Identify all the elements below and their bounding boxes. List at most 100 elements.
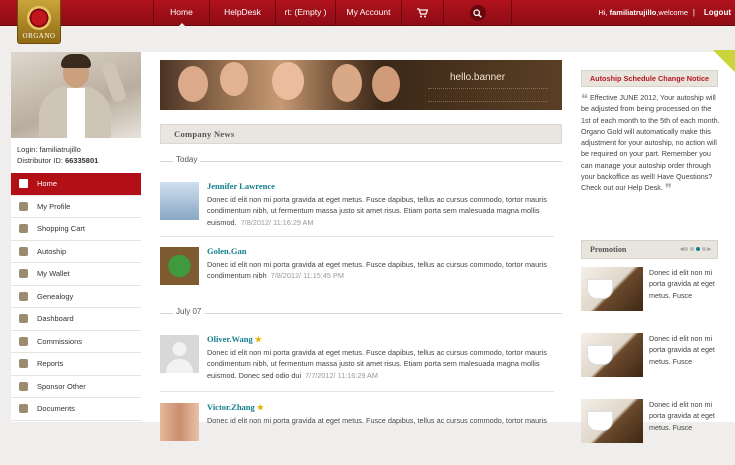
promotion-image: [581, 267, 643, 311]
news-body: Donec id elit non mi porta gravida at eg…: [207, 347, 564, 381]
news-author[interactable]: Oliver.Wang ★: [207, 334, 262, 344]
sidebar-item-sponsor-other[interactable]: Sponsor Other: [11, 376, 141, 398]
nav-end-divider: [511, 0, 512, 26]
main-nav: Home HelpDesk rt: (Empty ) My Account: [153, 0, 512, 27]
pager-dot[interactable]: [702, 247, 707, 252]
pager-next-icon[interactable]: ▸: [707, 245, 711, 253]
sidebar-item-label: Home: [37, 179, 58, 188]
news-author[interactable]: Jennifer Lawrence: [207, 181, 275, 191]
news-body-text: Donec id elit non mi porta gravida at eg…: [207, 416, 547, 425]
close-quote-icon: ❞: [664, 181, 672, 197]
sidebar-item-autoship[interactable]: Autoship: [11, 241, 141, 263]
logo-text: ORGANO: [22, 32, 56, 40]
news-item: Victor.Zhang ★ Donec id elit non mi porta…: [160, 402, 564, 465]
news-author[interactable]: Golen.Gan: [207, 246, 246, 256]
promotion-item[interactable]: Donec id elit non mi porta gravida at eg…: [581, 333, 720, 377]
banner-face: [332, 64, 362, 102]
nav-cart-button[interactable]: [401, 0, 443, 26]
news-body: Donec id elit non mi porta gravida at eg…: [207, 415, 564, 426]
hero-banner[interactable]: hello.banner: [160, 60, 562, 110]
nav-home[interactable]: Home: [153, 0, 209, 27]
nav-search-button[interactable]: [443, 0, 511, 26]
top-navigation-bar: Home HelpDesk rt: (Empty ) My Account Hi…: [0, 0, 735, 27]
document-icon: [19, 404, 28, 413]
banner-face: [220, 62, 248, 96]
news-item: Oliver.Wang ★ Donec id elit non mi porta …: [160, 334, 564, 397]
autoship-notice-body: ❝ Effective JUNE 2012, Your autoship wil…: [581, 92, 720, 197]
nav-my-account[interactable]: My Account: [335, 0, 401, 26]
star-icon: ★: [254, 335, 262, 344]
sidebar-item-dashboard[interactable]: Dashboard: [11, 308, 141, 331]
news-body-text: Donec id elit non mi porta gravida at eg…: [207, 260, 547, 281]
promotion-item[interactable]: Donec id elit non mi porta gravida at eg…: [581, 267, 720, 311]
photo-figure-hair: [61, 54, 91, 68]
greeting-prefix: Hi,: [598, 8, 610, 17]
sidebar-item-label: Dashboard: [37, 314, 74, 323]
sidebar-item-reports[interactable]: Reports: [11, 353, 141, 376]
star-icon: ★: [256, 403, 264, 412]
news-body: Donec id elit non mi porta gravida at eg…: [207, 194, 564, 228]
sidebar-item-my-profile[interactable]: My Profile: [11, 196, 141, 218]
autoship-notice-text: Effective JUNE 2012, Your autoship will …: [581, 93, 720, 193]
nav-home-label: Home: [170, 7, 193, 17]
autoship-notice-header: Autoship Schedule Change Notice: [581, 70, 718, 87]
user-greeting: Hi, familiatrujillo,welcome: [598, 0, 688, 26]
promotion-pager[interactable]: ◂ ▸: [680, 241, 711, 258]
sidebar-item-label: Autoship: [37, 246, 67, 256]
chart-icon: [19, 359, 28, 368]
pager-prev-icon[interactable]: ◂: [680, 245, 684, 253]
sidebar-item-my-wallet[interactable]: My Wallet: [11, 263, 141, 286]
distributor-line: Distributor ID: 66335801: [17, 155, 135, 166]
tree-icon: [19, 291, 28, 301]
profile-photo: [11, 52, 141, 138]
header-separator: |: [692, 8, 695, 17]
promotion-image: [581, 333, 643, 377]
pager-dot-active[interactable]: [696, 247, 701, 252]
sidebar-item-label: Documents: [37, 404, 75, 413]
sidebar-item-home[interactable]: Home: [11, 173, 141, 196]
news-author[interactable]: Victor.Zhang ★: [207, 402, 264, 412]
promotion-text: Donec id elit non mi porta gravida at eg…: [649, 334, 715, 366]
pager-dot[interactable]: [690, 247, 695, 252]
sidebar: Login: familiatrujillo Distributor ID: 6…: [11, 52, 141, 422]
news-avatar[interactable]: [160, 247, 199, 285]
promotion-item[interactable]: Donec id elit non mi porta gravida at eg…: [581, 399, 720, 443]
sidebar-item-commissions[interactable]: Commissions: [11, 331, 141, 353]
dashboard-icon: [19, 314, 28, 323]
organo-logo[interactable]: ORGANO: [17, 0, 61, 44]
login-line: Login: familiatrujillo: [17, 144, 135, 155]
sidebar-item-shopping-cart[interactable]: Shopping Cart: [11, 218, 141, 241]
news-divider: [160, 391, 554, 392]
news-avatar-placeholder[interactable]: [160, 335, 199, 373]
profile-icon: [19, 201, 28, 211]
cart-icon: [417, 8, 428, 18]
nav-helpdesk-label: HelpDesk: [224, 7, 261, 17]
sidebar-item-label: Genealogy: [37, 291, 74, 301]
news-group-today: Today: [160, 155, 562, 166]
photo-figure-shirt: [67, 88, 85, 138]
sidebar-item-genealogy[interactable]: Genealogy: [11, 286, 141, 308]
sidebar-item-label: My Wallet: [37, 269, 70, 278]
sidebar-item-documents[interactable]: Documents: [11, 398, 141, 421]
news-date: 7/8/2012/ 11:16:29 AM: [240, 217, 314, 227]
search-icon: [473, 9, 482, 18]
distributor-value: 66335801: [64, 156, 99, 165]
news-group-july-07: July 07: [160, 307, 562, 318]
pager-dot[interactable]: [684, 247, 689, 252]
logout-link[interactable]: Logout: [704, 0, 731, 26]
news-avatar[interactable]: [160, 403, 199, 441]
greeting-suffix: ,welcome: [656, 8, 688, 17]
nav-cart-summary[interactable]: rt: (Empty ): [275, 0, 335, 26]
banner-text: hello.banner: [450, 72, 506, 83]
news-author-name: Victor.Zhang: [207, 402, 255, 412]
distributor-label: Distributor ID:: [17, 156, 65, 165]
news-avatar[interactable]: [160, 182, 199, 220]
sidebar-menu: Home My Profile Shopping Cart Autoship M…: [11, 173, 141, 421]
news-item: Jennifer Lawrence Donec id elit non mi p…: [160, 181, 564, 244]
promotion-text: Donec id elit non mi porta gravida at eg…: [649, 268, 715, 300]
nav-helpdesk[interactable]: HelpDesk: [209, 0, 275, 26]
banner-face: [178, 66, 208, 102]
news-group-label: July 07: [173, 307, 205, 316]
sidebar-item-label: Reports: [37, 359, 64, 368]
promotion-title: Promotion: [590, 245, 627, 254]
